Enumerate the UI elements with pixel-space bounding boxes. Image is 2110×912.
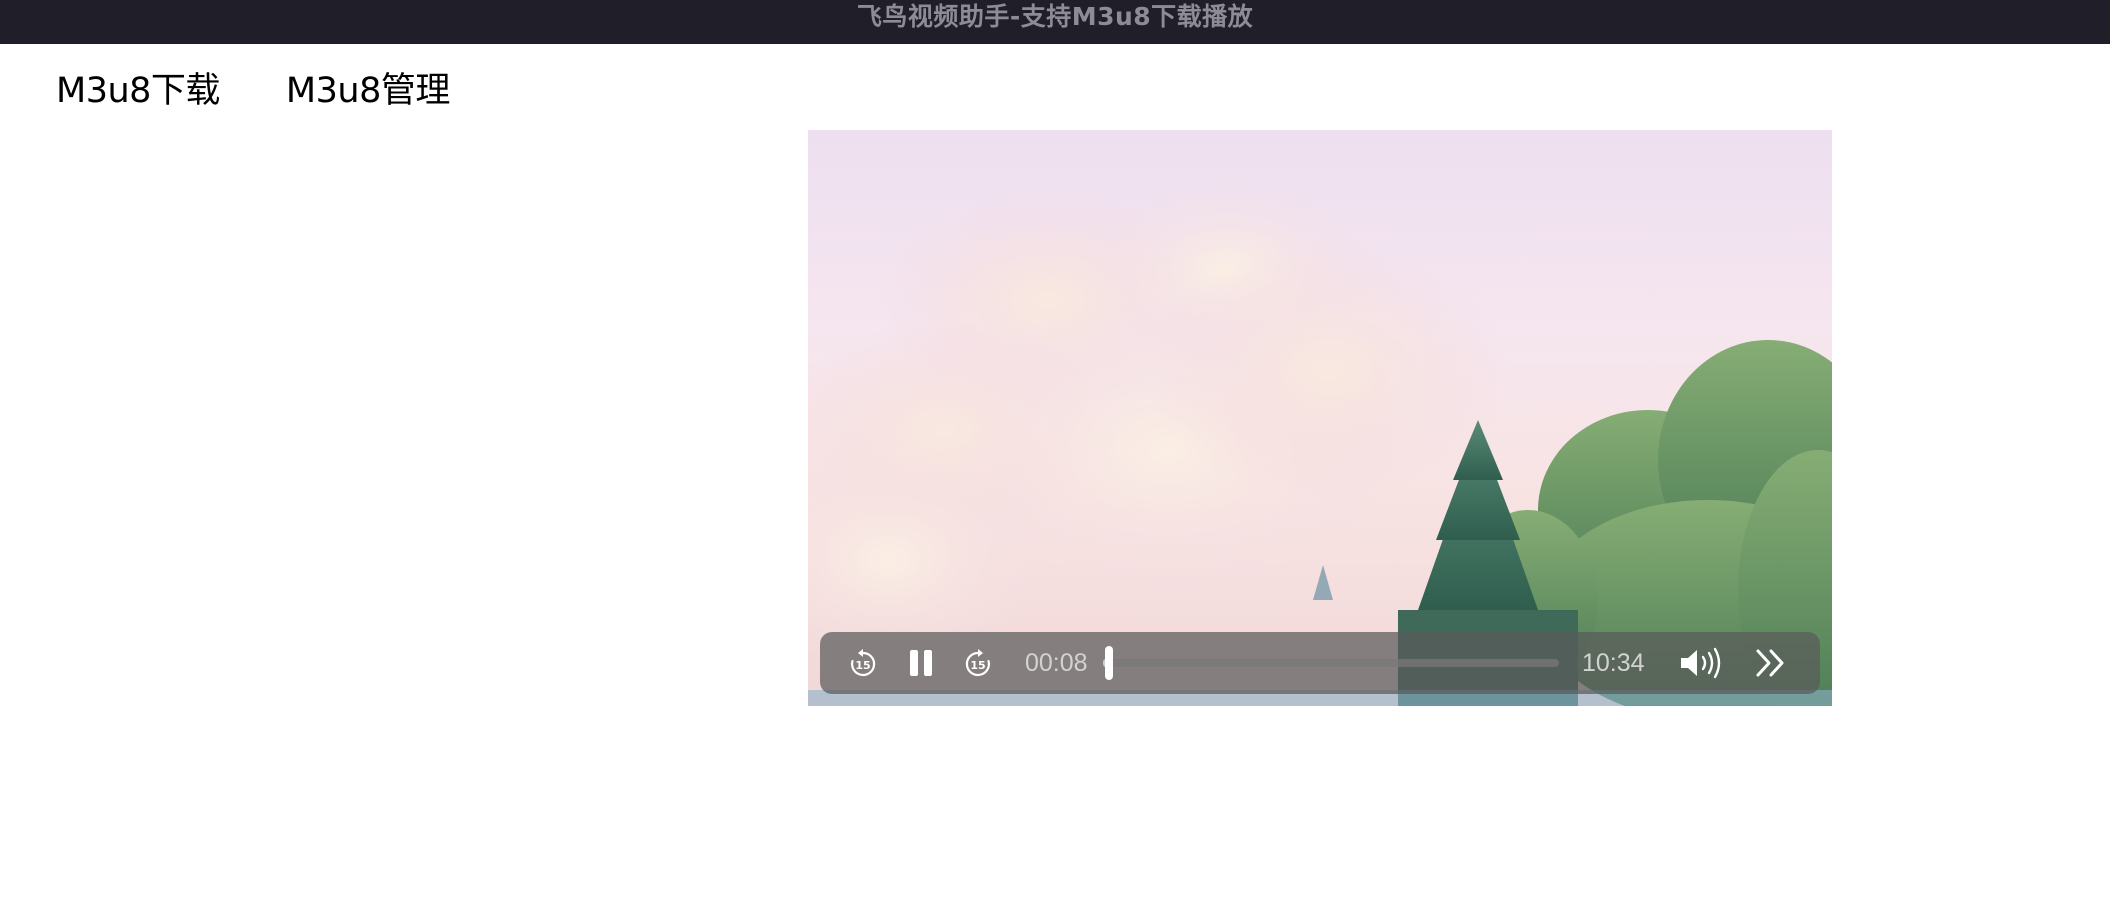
window-titlebar: 飞鸟视频助手-支持M3u8下载播放: [0, 0, 2110, 44]
rewind-15-icon[interactable]: 15: [848, 649, 878, 679]
tab-m3u8-manage[interactable]: M3u8管理: [286, 62, 450, 113]
rewind-seconds-label: 15: [855, 659, 870, 672]
duration: 10:34: [1582, 649, 1645, 677]
player-controls: 15 15 00:08 10:34: [820, 632, 1820, 694]
forward-15-icon[interactable]: 15: [963, 649, 993, 679]
progress-track[interactable]: [1103, 646, 1559, 680]
tab-m3u8-download[interactable]: M3u8下载: [56, 62, 220, 113]
forward-seconds-label: 15: [970, 659, 985, 672]
video-frame: [808, 180, 1832, 706]
nav-tabs: M3u8下载 M3u8管理: [56, 62, 450, 113]
current-time: 00:08: [1025, 649, 1088, 677]
window-title: 飞鸟视频助手-支持M3u8下载播放: [856, 2, 1254, 31]
volume-icon[interactable]: [1678, 646, 1726, 680]
progress-knob[interactable]: [1105, 646, 1113, 680]
pause-icon[interactable]: [908, 648, 934, 678]
fast-forward-icon[interactable]: [1755, 648, 1787, 678]
video-player[interactable]: 15 15 00:08 10:34: [808, 130, 1832, 706]
